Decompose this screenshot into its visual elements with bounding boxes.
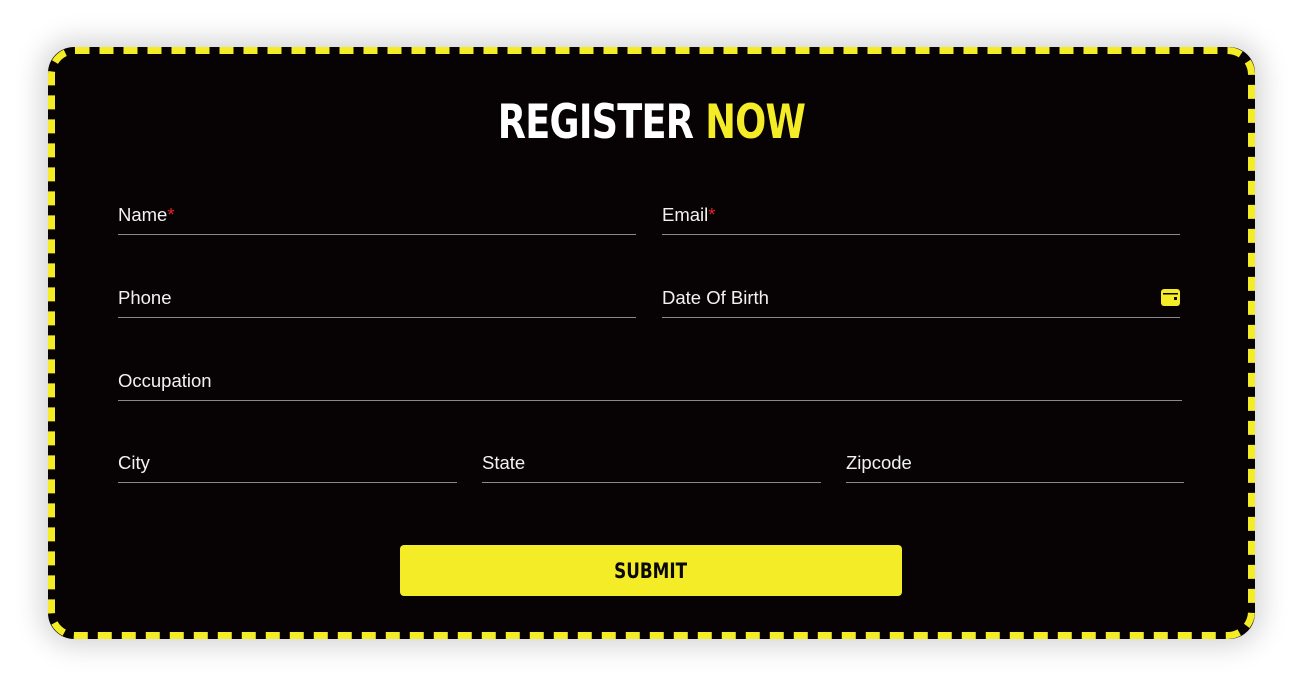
email-label: Email*: [662, 204, 716, 225]
title-register: REGISTER: [497, 95, 694, 150]
state-field[interactable]: State: [482, 442, 821, 483]
name-field[interactable]: Name*: [118, 194, 636, 235]
submit-label: SUBMIT: [614, 559, 688, 583]
form-title: REGISTER NOW: [181, 95, 1122, 151]
state-label: State: [482, 452, 526, 473]
phone-field[interactable]: Phone: [118, 277, 636, 318]
city-label: City: [118, 452, 150, 473]
occupation-label: Occupation: [118, 370, 212, 391]
calendar-icon[interactable]: [1161, 288, 1180, 306]
email-field[interactable]: Email*: [662, 194, 1180, 235]
required-marker: *: [167, 204, 175, 225]
occupation-field[interactable]: Occupation: [118, 360, 1182, 401]
title-now: NOW: [705, 95, 806, 150]
date-of-birth-label: Date Of Birth: [662, 287, 769, 308]
required-marker: *: [708, 204, 716, 225]
name-label: Name*: [118, 204, 175, 225]
submit-button[interactable]: SUBMIT: [400, 545, 902, 596]
register-form-card: REGISTER NOW Name* Email* Phone Date Of …: [48, 47, 1255, 639]
zipcode-label: Zipcode: [846, 452, 912, 473]
city-field[interactable]: City: [118, 442, 457, 483]
zipcode-field[interactable]: Zipcode: [846, 442, 1184, 483]
phone-label: Phone: [118, 287, 172, 308]
date-of-birth-field[interactable]: Date Of Birth: [662, 277, 1180, 318]
